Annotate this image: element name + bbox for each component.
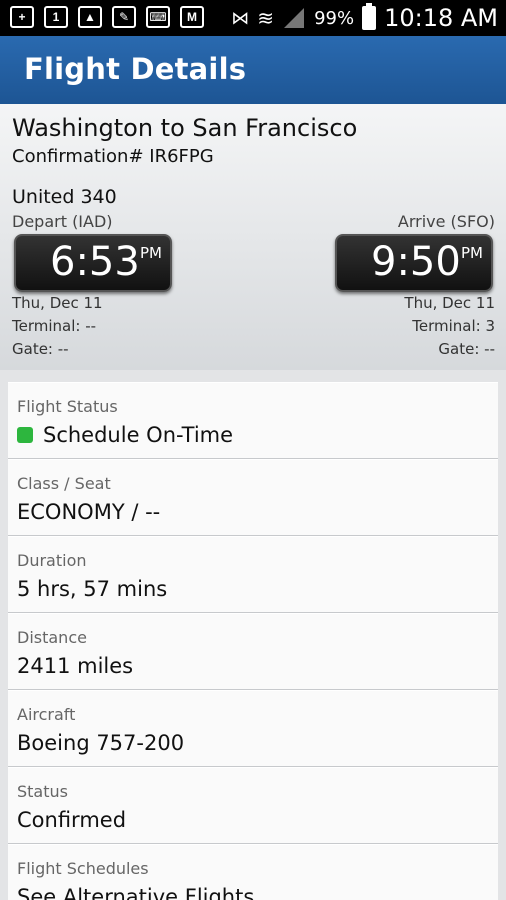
row-label: Distance bbox=[17, 628, 87, 647]
signal-icon bbox=[284, 8, 305, 28]
duration-row: Duration 5 hrs, 57 mins bbox=[8, 536, 498, 613]
arrive-time: 9:50 bbox=[371, 239, 461, 285]
row-label: Flight Schedules bbox=[17, 859, 149, 878]
depart-date: Thu, Dec 11 bbox=[12, 294, 103, 312]
calendar-app-icon: 1 bbox=[44, 6, 68, 28]
arrive-gate: Gate: -- bbox=[438, 340, 495, 358]
row-label: Flight Status bbox=[17, 397, 118, 416]
status-bar: + 1 ▲ ✎ ⌨ M ⋈ ≋ 99% 10:18 AM bbox=[0, 0, 506, 36]
arrive-time-box: 9:50 PM bbox=[335, 234, 493, 292]
aircraft-row[interactable]: Aircraft Boeing 757-200 bbox=[8, 690, 498, 767]
row-value: 2411 miles bbox=[17, 654, 134, 678]
class-seat-row[interactable]: Class / Seat ECONOMY / -- bbox=[8, 459, 498, 536]
mail-icon: M bbox=[180, 6, 204, 28]
row-value: Boeing 757-200 bbox=[17, 731, 185, 755]
depart-time-box: 6:53 PM bbox=[14, 234, 172, 292]
booking-status-row: Status Confirmed bbox=[8, 767, 498, 844]
depart-ampm: PM bbox=[140, 244, 162, 262]
flight-number: United 340 bbox=[12, 186, 117, 208]
flight-status-value: Schedule On-Time bbox=[43, 423, 234, 447]
row-label: Class / Seat bbox=[17, 474, 111, 493]
arrive-ampm: PM bbox=[461, 244, 483, 262]
battery-percent: 99% bbox=[314, 7, 355, 29]
clock: 10:18 AM bbox=[384, 4, 498, 32]
row-label: Duration bbox=[17, 551, 87, 570]
depart-gate: Gate: -- bbox=[12, 340, 69, 358]
add-icon: + bbox=[10, 6, 34, 28]
row-value: ECONOMY / -- bbox=[17, 500, 161, 524]
mute-icon: ⋈ bbox=[231, 7, 250, 28]
route-title: Washington to San Francisco bbox=[12, 114, 358, 142]
alternative-flights-link[interactable]: See Alternative Flights bbox=[17, 885, 254, 900]
confirmation-number: Confirmation# IR6FPG bbox=[12, 146, 214, 167]
battery-icon bbox=[362, 3, 377, 30]
row-label: Aircraft bbox=[17, 705, 76, 724]
system-icons: ⋈ ≋ 99% 10:18 AM bbox=[231, 3, 498, 32]
notification-icons: + 1 ▲ ✎ ⌨ M bbox=[10, 6, 204, 28]
arrive-label: Arrive (SFO) bbox=[397, 212, 495, 231]
wifi-icon: ≋ bbox=[257, 7, 275, 30]
row-value: Schedule On-Time bbox=[17, 423, 233, 447]
screenshot-icon: ✎ bbox=[112, 6, 136, 28]
flight-summary: Washington to San Francisco Confirmation… bbox=[0, 104, 506, 370]
app-bar: Flight Details bbox=[0, 36, 506, 104]
depart-time: 6:53 bbox=[50, 239, 140, 285]
keyboard-icon: ⌨ bbox=[146, 6, 170, 28]
row-value: Confirmed bbox=[17, 808, 127, 832]
status-indicator-icon bbox=[17, 427, 33, 443]
depart-label: Depart (IAD) bbox=[12, 212, 113, 231]
details-list: Flight Status Schedule On-Time Class / S… bbox=[8, 382, 498, 900]
gallery-icon: ▲ bbox=[78, 6, 102, 28]
distance-row: Distance 2411 miles bbox=[8, 613, 498, 690]
arrive-date: Thu, Dec 11 bbox=[404, 294, 495, 312]
row-label: Status bbox=[17, 782, 68, 801]
page-title: Flight Details bbox=[24, 52, 247, 86]
flight-status-row: Flight Status Schedule On-Time bbox=[8, 382, 498, 459]
arrive-terminal: Terminal: 3 bbox=[412, 317, 495, 335]
flight-schedules-row[interactable]: Flight Schedules See Alternative Flights bbox=[8, 844, 498, 900]
depart-terminal: Terminal: -- bbox=[12, 317, 97, 335]
row-value: 5 hrs, 57 mins bbox=[17, 577, 168, 601]
